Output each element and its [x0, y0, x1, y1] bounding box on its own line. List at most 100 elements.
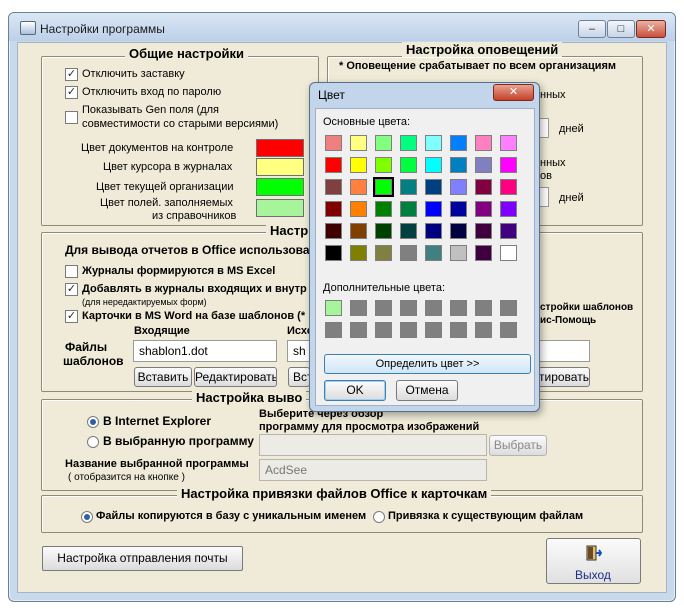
notifications-partial-1: нных	[540, 89, 566, 101]
basic-color-cell-4-7[interactable]	[500, 223, 517, 239]
basic-color-cell-3-6[interactable]	[475, 201, 492, 217]
close-button[interactable]: ✕	[636, 20, 666, 38]
basic-color-cell-1-5[interactable]	[450, 157, 467, 173]
basic-color-cell-2-1[interactable]	[350, 179, 367, 195]
color-current-org-swatch[interactable]	[256, 178, 304, 196]
custom-color-cell-1-0[interactable]	[325, 322, 342, 338]
color-docs-swatch[interactable]	[256, 139, 304, 157]
basic-color-cell-1-2[interactable]	[375, 157, 392, 173]
custom-color-cell-1-5[interactable]	[450, 322, 467, 338]
basic-color-cell-4-2[interactable]	[375, 223, 392, 239]
basic-color-cell-0-4[interactable]	[425, 135, 442, 151]
cards-word-checkbox[interactable]: ✓	[65, 310, 78, 323]
dialog-cancel-button[interactable]: Отмена	[396, 380, 458, 401]
custom-color-cell-0-1[interactable]	[350, 300, 367, 316]
basic-color-cell-5-1[interactable]	[350, 245, 367, 261]
choose-program-button[interactable]: Выбрать	[489, 435, 547, 456]
incoming-edit-button[interactable]: Редактировать	[194, 367, 277, 387]
template-help-note: ис-Помощь	[540, 315, 597, 326]
basic-color-cell-2-2[interactable]	[373, 177, 394, 197]
basic-color-cell-2-0[interactable]	[325, 179, 342, 195]
add-journals-checkbox[interactable]: ✓	[65, 283, 78, 296]
basic-color-cell-5-4[interactable]	[425, 245, 442, 261]
basic-color-cell-3-1[interactable]	[350, 201, 367, 217]
basic-color-cell-5-7[interactable]	[500, 245, 517, 261]
program-path-input[interactable]	[259, 434, 487, 456]
custom-color-cell-1-6[interactable]	[475, 322, 492, 338]
basic-color-cell-2-6[interactable]	[475, 179, 492, 195]
disable-screensaver-checkbox[interactable]: ✓	[65, 68, 78, 81]
basic-color-cell-0-0[interactable]	[325, 135, 342, 151]
basic-color-cell-4-6[interactable]	[475, 223, 492, 239]
custom-color-cell-0-0[interactable]	[325, 300, 342, 316]
define-color-button[interactable]: Определить цвет >>	[324, 354, 531, 374]
color-cursor-swatch[interactable]	[256, 158, 304, 176]
color-fields-label: Цвет полей. заполняемых	[100, 197, 233, 209]
basic-color-cell-5-5[interactable]	[450, 245, 467, 261]
basic-color-cell-4-1[interactable]	[350, 223, 367, 239]
basic-color-cell-0-2[interactable]	[375, 135, 392, 151]
program-name-input[interactable]: AcdSee	[259, 459, 487, 481]
exit-label: Выход	[575, 568, 611, 582]
custom-color-cell-1-3[interactable]	[400, 322, 417, 338]
custom-color-cell-1-7[interactable]	[500, 322, 517, 338]
copy-unique-radio[interactable]	[81, 511, 93, 523]
basic-color-cell-3-0[interactable]	[325, 201, 342, 217]
other-template-input[interactable]	[538, 340, 590, 362]
custom-color-cell-0-4[interactable]	[425, 300, 442, 316]
basic-color-cell-5-0[interactable]	[325, 245, 342, 261]
basic-color-cell-3-2[interactable]	[375, 201, 392, 217]
dialog-ok-button[interactable]: OK	[324, 380, 386, 401]
basic-color-cell-0-3[interactable]	[400, 135, 417, 151]
color-fields-swatch[interactable]	[256, 199, 304, 217]
basic-color-cell-0-5[interactable]	[450, 135, 467, 151]
color-dialog-close-button[interactable]: ✕	[493, 84, 534, 101]
minimize-button[interactable]: –	[578, 20, 606, 38]
basic-color-cell-4-5[interactable]	[450, 223, 467, 239]
maximize-button[interactable]: □	[607, 20, 635, 38]
basic-color-cell-3-5[interactable]	[450, 201, 467, 217]
outgoing-template-input[interactable]: sh	[287, 340, 311, 362]
show-gen-fields-checkbox[interactable]	[65, 111, 78, 124]
custom-color-cell-0-6[interactable]	[475, 300, 492, 316]
basic-color-cell-4-0[interactable]	[325, 223, 342, 239]
basic-color-cell-1-3[interactable]	[400, 157, 417, 173]
mail-settings-button[interactable]: Настройка отправления почты	[42, 546, 243, 571]
custom-color-cell-0-3[interactable]	[400, 300, 417, 316]
basic-color-cell-2-7[interactable]	[500, 179, 517, 195]
outgoing-insert-button[interactable]: Вст	[288, 367, 310, 387]
custom-color-cell-0-7[interactable]	[500, 300, 517, 316]
incoming-template-input[interactable]: shablon1.dot	[133, 340, 277, 362]
custom-color-cell-0-5[interactable]	[450, 300, 467, 316]
custom-color-cell-1-2[interactable]	[375, 322, 392, 338]
basic-color-cell-1-6[interactable]	[475, 157, 492, 173]
basic-color-cell-0-6[interactable]	[475, 135, 492, 151]
output-ie-radio[interactable]	[87, 416, 99, 428]
custom-color-cell-1-4[interactable]	[425, 322, 442, 338]
basic-color-cell-2-4[interactable]	[425, 179, 442, 195]
basic-color-cell-2-3[interactable]	[400, 179, 417, 195]
basic-color-cell-5-3[interactable]	[400, 245, 417, 261]
custom-color-cell-1-1[interactable]	[350, 322, 367, 338]
basic-color-cell-5-2[interactable]	[375, 245, 392, 261]
basic-color-cell-4-3[interactable]	[400, 223, 417, 239]
basic-color-cell-3-3[interactable]	[400, 201, 417, 217]
basic-color-cell-5-6[interactable]	[475, 245, 492, 261]
disable-password-checkbox[interactable]: ✓	[65, 86, 78, 99]
basic-color-cell-0-1[interactable]	[350, 135, 367, 151]
basic-color-cell-3-4[interactable]	[425, 201, 442, 217]
incoming-insert-button[interactable]: Вставить	[134, 367, 192, 387]
output-program-radio[interactable]	[87, 436, 99, 448]
basic-color-cell-1-0[interactable]	[325, 157, 342, 173]
basic-color-cell-3-7[interactable]	[500, 201, 517, 217]
link-existing-radio[interactable]	[373, 511, 385, 523]
basic-color-cell-0-7[interactable]	[500, 135, 517, 151]
custom-color-cell-0-2[interactable]	[375, 300, 392, 316]
basic-color-cell-1-4[interactable]	[425, 157, 442, 173]
basic-color-cell-2-5[interactable]	[450, 179, 467, 195]
basic-color-cell-1-7[interactable]	[500, 157, 517, 173]
basic-color-cell-1-1[interactable]	[350, 157, 367, 173]
journals-excel-checkbox[interactable]	[65, 265, 78, 278]
basic-color-cell-4-4[interactable]	[425, 223, 442, 239]
other-edit-button[interactable]: тировать	[538, 367, 590, 387]
